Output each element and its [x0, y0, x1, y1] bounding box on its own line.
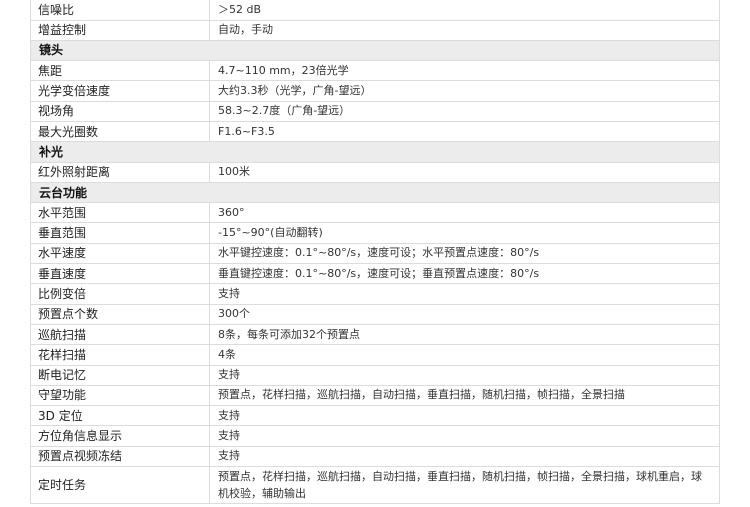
spec-row: 焦距 4.7~110 mm，23倍光学: [30, 60, 720, 82]
spec-value: 支持: [209, 425, 720, 447]
section-header: 云台功能: [30, 182, 720, 204]
spec-row: 增益控制 自动，手动: [30, 20, 720, 41]
spec-value: F1.6~F3.5: [209, 121, 720, 143]
spec-value: 预置点，花样扫描，巡航扫描，自动扫描，垂直扫描，随机扫描，帧扫描，全景扫描: [209, 385, 720, 407]
spec-row: 水平速度 水平键控速度：0.1°~80°/s，速度可设；水平预置点速度：80°/s: [30, 243, 720, 265]
spec-label: 比例变倍: [30, 283, 210, 305]
spec-label: 红外照射距离: [30, 162, 210, 183]
spec-label: 垂直速度: [30, 263, 210, 285]
spec-value: 水平键控速度：0.1°~80°/s，速度可设；水平预置点速度：80°/s: [209, 243, 720, 265]
spec-row: 水平范围 360°: [30, 202, 720, 224]
spec-value: 支持: [209, 283, 720, 305]
spec-label: 花样扫描: [30, 344, 210, 366]
spec-row: 花样扫描 4条: [30, 344, 720, 366]
spec-label: 视场角: [30, 101, 210, 122]
spec-value: 58.3~2.7度（广角-望远）: [209, 101, 720, 122]
spec-label: 信噪比: [30, 0, 210, 21]
spec-row: 断电记忆 支持: [30, 365, 720, 386]
spec-table-body: 信噪比 ＞52 dB 增益控制 自动，手动 镜头 焦距 4.7~110 mm，23倍光学 光学…: [30, 0, 720, 505]
spec-label: 预置点个数: [30, 304, 210, 325]
spec-row: 光学变倍速度 大约3.3秒（光学，广角-望远）: [30, 80, 720, 102]
spec-value: 8条，每条可添加32个预置点: [209, 324, 720, 346]
spec-value: 大约3.3秒（光学，广角-望远）: [209, 80, 720, 102]
spec-value: 自动，手动: [209, 20, 720, 41]
spec-row: 视场角 58.3~2.7度（广角-望远）: [30, 101, 720, 122]
section-title: 云台功能: [30, 182, 720, 204]
spec-label: 最大光圈数: [30, 121, 210, 143]
spec-label: 定时任务: [30, 466, 210, 505]
spec-row: 垂直速度 垂直键控速度：0.1°~80°/s，速度可设；垂直预置点速度：80°/s: [30, 263, 720, 285]
spec-label: 增益控制: [30, 20, 210, 41]
spec-value: ＞52 dB: [209, 0, 720, 21]
spec-row: 信噪比 ＞52 dB: [30, 0, 720, 21]
spec-label: 焦距: [30, 60, 210, 82]
section-title: 镜头: [30, 40, 720, 62]
spec-value: 4条: [209, 344, 720, 366]
spec-value: 4.7~110 mm，23倍光学: [209, 60, 720, 82]
spec-row: 预置点个数 300个: [30, 304, 720, 325]
spec-label: 预置点视频冻结: [30, 446, 210, 468]
spec-row: 红外照射距离 100米: [30, 162, 720, 183]
spec-value: 300个: [209, 304, 720, 325]
spec-row: 垂直范围 -15°~90°(自动翻转): [30, 222, 720, 244]
spec-value: -15°~90°(自动翻转): [209, 222, 720, 244]
spec-label: 守望功能: [30, 385, 210, 407]
spec-label: 断电记忆: [30, 365, 210, 386]
spec-row: 巡航扫描 8条，每条可添加32个预置点: [30, 324, 720, 346]
spec-row: 预置点视频冻结 支持: [30, 446, 720, 468]
spec-value: 垂直键控速度：0.1°~80°/s，速度可设；垂直预置点速度：80°/s: [209, 263, 720, 285]
spec-label: 光学变倍速度: [30, 80, 210, 102]
spec-row: 3D 定位 支持: [30, 405, 720, 427]
spec-value: 支持: [209, 365, 720, 386]
spec-label: 巡航扫描: [30, 324, 210, 346]
spec-value: 360°: [209, 202, 720, 224]
section-header: 补光: [30, 141, 720, 163]
spec-label: 方位角信息显示: [30, 425, 210, 447]
spec-row: 定时任务 预置点，花样扫描，巡航扫描，自动扫描，垂直扫描，随机扫描，帧扫描，全景扫…: [30, 466, 720, 505]
spec-label: 水平范围: [30, 202, 210, 224]
spec-row: 方位角信息显示 支持: [30, 425, 720, 447]
spec-row: 最大光圈数 F1.6~F3.5: [30, 121, 720, 143]
spec-value: 支持: [209, 446, 720, 468]
spec-value: 预置点，花样扫描，巡航扫描，自动扫描，垂直扫描，随机扫描，帧扫描，全景扫描，球机…: [209, 466, 720, 505]
spec-row: 守望功能 预置点，花样扫描，巡航扫描，自动扫描，垂直扫描，随机扫描，帧扫描，全景扫…: [30, 385, 720, 407]
spec-label: 水平速度: [30, 243, 210, 265]
spec-label: 3D 定位: [30, 405, 210, 427]
section-title: 补光: [30, 141, 720, 163]
spec-table: 信噪比 ＞52 dB 增益控制 自动，手动 镜头 焦距 4.7~110 mm，23倍光学 光学…: [30, 0, 720, 505]
spec-label: 垂直范围: [30, 222, 210, 244]
spec-value: 支持: [209, 405, 720, 427]
section-header: 镜头: [30, 40, 720, 62]
spec-row: 比例变倍 支持: [30, 283, 720, 305]
spec-value: 100米: [209, 162, 720, 183]
